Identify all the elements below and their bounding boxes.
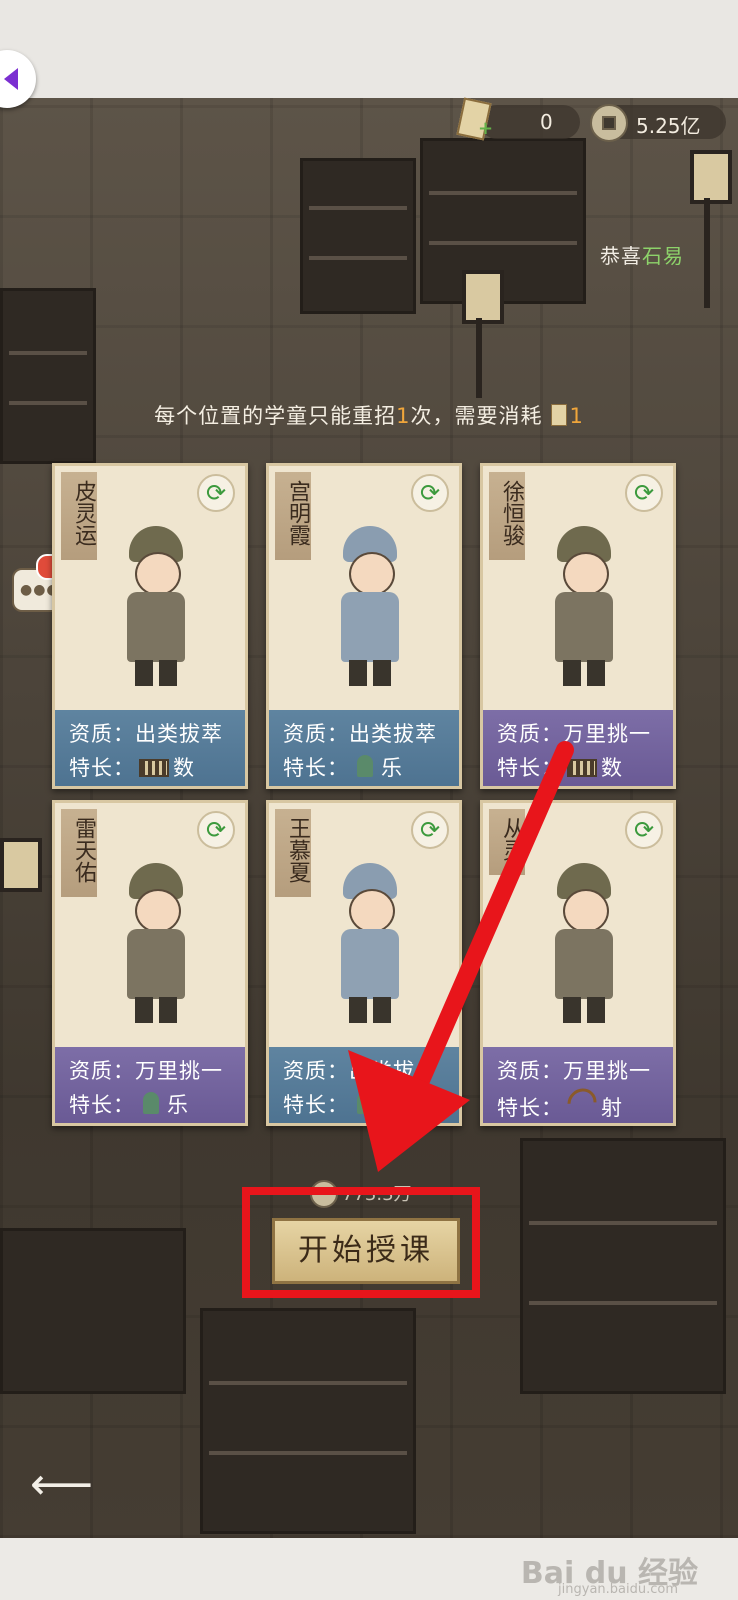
refresh-icon[interactable]: ⟳ [625, 811, 663, 849]
app-logo-icon [4, 68, 18, 90]
plus-icon[interactable]: + [478, 118, 493, 139]
student-portrait [115, 526, 195, 686]
student-name: 皮灵运 [61, 472, 97, 560]
aptitude-value: 出类拔萃 [349, 722, 437, 746]
aptitude-value: 万里挑一 [563, 1059, 651, 1083]
aptitude-label: 资质： [69, 1059, 135, 1083]
notice-text: 每个位置的学童只能重招 [154, 404, 397, 428]
specialty-value: 数 [173, 756, 195, 780]
table [0, 1228, 186, 1394]
back-arrow-icon[interactable]: ⟵ [30, 1463, 93, 1507]
ticket-resource-bar [480, 105, 580, 139]
student-stats: 资质：万里挑一 特长： 射 [483, 1047, 673, 1124]
lantern [462, 270, 504, 324]
student-stats: 资质：出类拔萃 特长： 乐 [269, 710, 459, 786]
refresh-icon[interactable]: ⟳ [197, 811, 235, 849]
student-portrait [329, 863, 409, 1023]
aptitude-value: 出类拔萃 [135, 722, 223, 746]
specialty-label: 特长： [283, 1093, 349, 1117]
bookshelf [520, 1138, 726, 1394]
student-portrait [329, 526, 409, 686]
student-name: 王慕夏 [275, 809, 311, 897]
specialty-label: 特长： [69, 756, 135, 780]
ticket-count: 0 [540, 110, 553, 134]
specialty-label: 特长： [283, 756, 349, 780]
lantern-pole [476, 318, 482, 398]
notice-cost: 1 [569, 404, 584, 428]
student-card[interactable]: 王慕夏 ⟳ 资质：出类拔 特长： [266, 800, 462, 1126]
student-stats: 资质：出类拔萃 特长： 数 [55, 710, 245, 786]
refresh-icon[interactable]: ⟳ [411, 811, 449, 849]
student-card[interactable]: 宫明霞 ⟳ 资质：出类拔萃 特长： 乐 [266, 463, 462, 789]
coin-count: 5.25亿 [636, 114, 701, 138]
congrats-name: 石易 [642, 244, 684, 268]
specialty-label: 特长： [497, 1096, 563, 1120]
aptitude-label: 资质： [497, 722, 563, 746]
student-name: 雷天佑 [61, 809, 97, 897]
aptitude-value: 万里挑一 [563, 722, 651, 746]
student-portrait [543, 526, 623, 686]
student-stats: 资质：出类拔 特长： [269, 1047, 459, 1123]
aptitude-label: 资质： [283, 722, 349, 746]
bow-icon [561, 1082, 603, 1124]
refresh-icon[interactable]: ⟳ [411, 474, 449, 512]
bell-icon [357, 1092, 373, 1114]
aptitude-label: 资质： [69, 722, 135, 746]
aptitude-value: 万里挑一 [135, 1059, 223, 1083]
top-status-strip [0, 0, 738, 98]
student-name: 徐恒骏 [489, 472, 525, 560]
bookshelf [0, 288, 96, 464]
aptitude-label: 资质： [497, 1059, 563, 1083]
specialty-value: 乐 [381, 756, 403, 780]
refresh-icon[interactable]: ⟳ [197, 474, 235, 512]
student-name: 从灵 [489, 809, 525, 875]
annotation-highlight-box [242, 1187, 480, 1298]
watermark-url: jingyan.baidu.com [558, 1582, 678, 1597]
aptitude-value: 出类拔 [349, 1059, 415, 1083]
student-stats: 资质：万里挑一 特长： 乐 [55, 1047, 245, 1123]
specialty-label: 特长： [497, 756, 563, 780]
notice-count: 1 [396, 404, 411, 428]
student-card[interactable]: 皮灵运 ⟳ 资质：出类拔萃 特长： 数 [52, 463, 248, 789]
student-card[interactable]: 从灵 ⟳ 资质：万里挑一 特长： 射 [480, 800, 676, 1126]
specialty-value: 射 [601, 1096, 623, 1120]
specialty-value: 乐 [167, 1093, 189, 1117]
student-card[interactable]: 雷天佑 ⟳ 资质：万里挑一 特长： 乐 [52, 800, 248, 1126]
student-portrait [543, 863, 623, 1023]
bell-icon [357, 755, 373, 777]
student-name: 宫明霞 [275, 472, 311, 560]
aptitude-label: 资质： [283, 1059, 349, 1083]
specialty-label: 特长： [69, 1093, 135, 1117]
student-stats: 资质：万里挑一 特长： 数 [483, 710, 673, 786]
abacus-icon [139, 759, 169, 777]
congrats-prefix: 恭喜 [600, 244, 642, 268]
abacus-icon [567, 759, 597, 777]
coin-icon [590, 104, 628, 142]
refresh-icon[interactable]: ⟳ [625, 474, 663, 512]
lantern [690, 150, 732, 204]
ticket-icon [550, 404, 567, 426]
notice-text-mid: 次，需要消耗 [410, 404, 543, 428]
bookshelf [300, 158, 416, 314]
lantern [0, 838, 42, 892]
lantern-pole [704, 198, 710, 308]
bell-icon [143, 1092, 159, 1114]
recruit-notice: 每个位置的学童只能重招1次，需要消耗 1 [0, 400, 738, 430]
specialty-value: 数 [601, 756, 623, 780]
student-card[interactable]: 徐恒骏 ⟳ 资质：万里挑一 特长： 数 [480, 463, 676, 789]
congrats-ticker: 恭喜石易 [600, 240, 684, 269]
student-portrait [115, 863, 195, 1023]
bookshelf [200, 1308, 416, 1534]
